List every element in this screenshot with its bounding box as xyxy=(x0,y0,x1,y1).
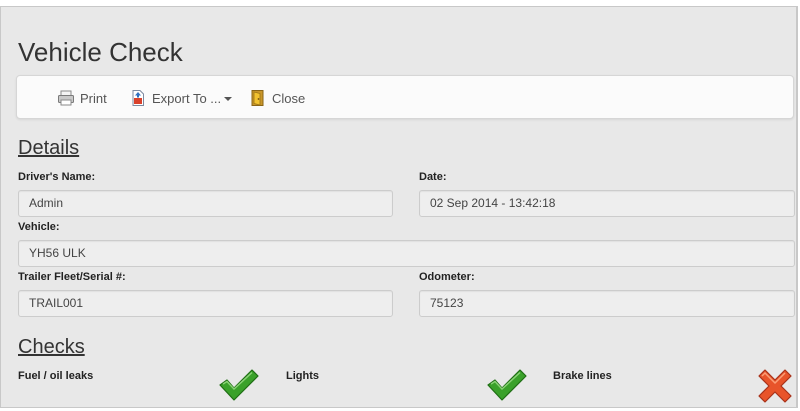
check-label-lights: Lights xyxy=(286,370,319,382)
print-button[interactable]: Print xyxy=(57,88,107,108)
export-label: Export To ... xyxy=(152,90,222,106)
close-button[interactable]: Close xyxy=(249,88,305,108)
checks-heading: Checks xyxy=(18,336,85,358)
vehicle-label: Vehicle: xyxy=(18,221,60,233)
date-label: Date: xyxy=(419,171,447,183)
driver-name-field[interactable]: Admin xyxy=(18,190,393,217)
export-document-icon xyxy=(129,89,147,107)
vehicle-field[interactable]: YH56 ULK xyxy=(18,240,795,267)
toolbar: Print Export To ... Close xyxy=(16,75,794,119)
check-label-brake-lines: Brake lines xyxy=(553,370,612,382)
check-label-fuel-oil-leaks: Fuel / oil leaks xyxy=(18,370,94,382)
check-icon xyxy=(486,368,528,402)
details-heading: Details xyxy=(18,137,80,159)
page-title: Vehicle Check xyxy=(18,37,183,67)
chevron-down-icon xyxy=(224,97,233,101)
close-label: Close xyxy=(272,90,306,106)
check-icon xyxy=(218,368,260,402)
trailer-serial-label: Trailer Fleet/Serial #: xyxy=(18,271,126,283)
odometer-label: Odometer: xyxy=(419,271,475,283)
trailer-serial-field[interactable]: TRAIL001 xyxy=(18,290,393,317)
export-button[interactable]: Export To ... xyxy=(129,88,233,108)
date-field[interactable]: 02 Sep 2014 - 13:42:18 xyxy=(419,190,795,217)
door-exit-icon xyxy=(249,89,267,107)
odometer-field[interactable]: 75123 xyxy=(419,290,795,317)
cross-icon xyxy=(755,366,795,406)
print-label: Print xyxy=(80,90,107,106)
driver-name-label: Driver's Name: xyxy=(18,171,96,183)
printer-icon xyxy=(57,89,75,107)
